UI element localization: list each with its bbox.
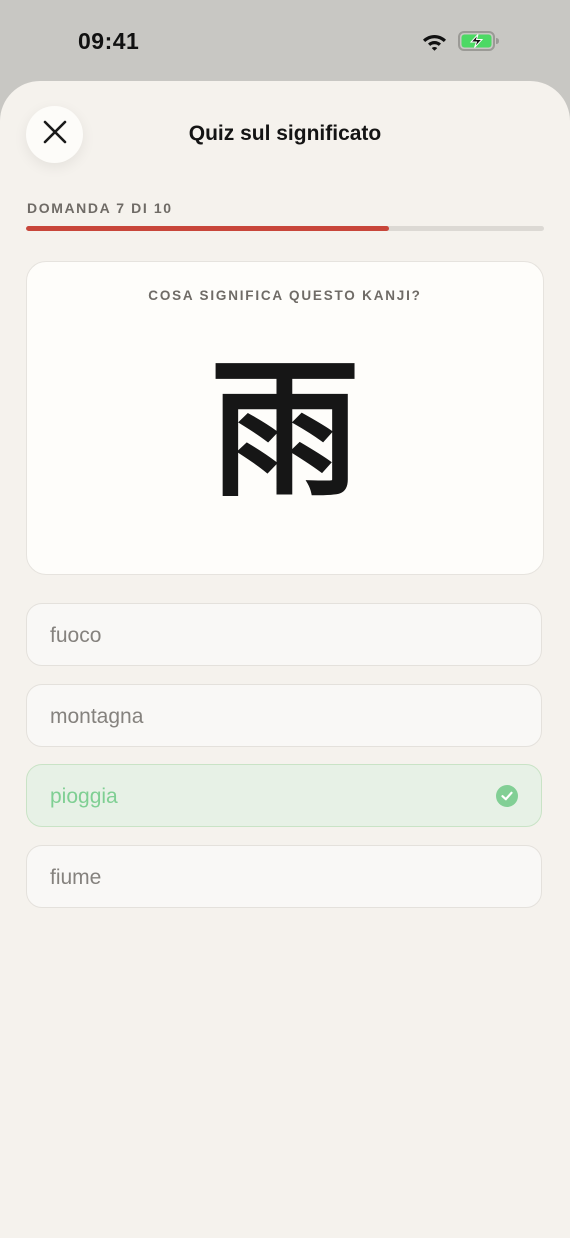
answer-option-label: fuoco xyxy=(50,624,102,647)
wifi-icon xyxy=(421,31,448,56)
status-icons xyxy=(421,30,500,57)
page-title: Quiz sul significato xyxy=(188,122,382,145)
status-time: 09:41 xyxy=(78,28,140,54)
progress-fill xyxy=(26,226,389,231)
answer-option-label: fiume xyxy=(50,866,102,889)
answer-option[interactable]: fuoco xyxy=(26,603,542,666)
quiz-sheet: Quiz sul significato DOMANDA 7 DI 10 COS… xyxy=(0,81,570,1238)
question-prompt: COSA SIGNIFICA QUESTO KANJI? xyxy=(148,288,422,303)
answer-option-correct[interactable]: pioggia xyxy=(26,764,542,827)
answer-option-label: pioggia xyxy=(50,785,118,808)
battery-charging-icon xyxy=(458,30,500,57)
checkmark-circle-icon xyxy=(496,785,518,807)
progress-label: DOMANDA 7 DI 10 xyxy=(27,200,173,216)
answer-option[interactable]: fiume xyxy=(26,845,542,908)
status-bar: 09:41 xyxy=(0,0,570,82)
answer-option-label: montagna xyxy=(50,705,144,728)
kanji-character: 雨 xyxy=(209,342,360,518)
question-card: COSA SIGNIFICA QUESTO KANJI? 雨 xyxy=(26,261,544,575)
progress-bar xyxy=(26,226,544,231)
answer-option[interactable]: montagna xyxy=(26,684,542,747)
